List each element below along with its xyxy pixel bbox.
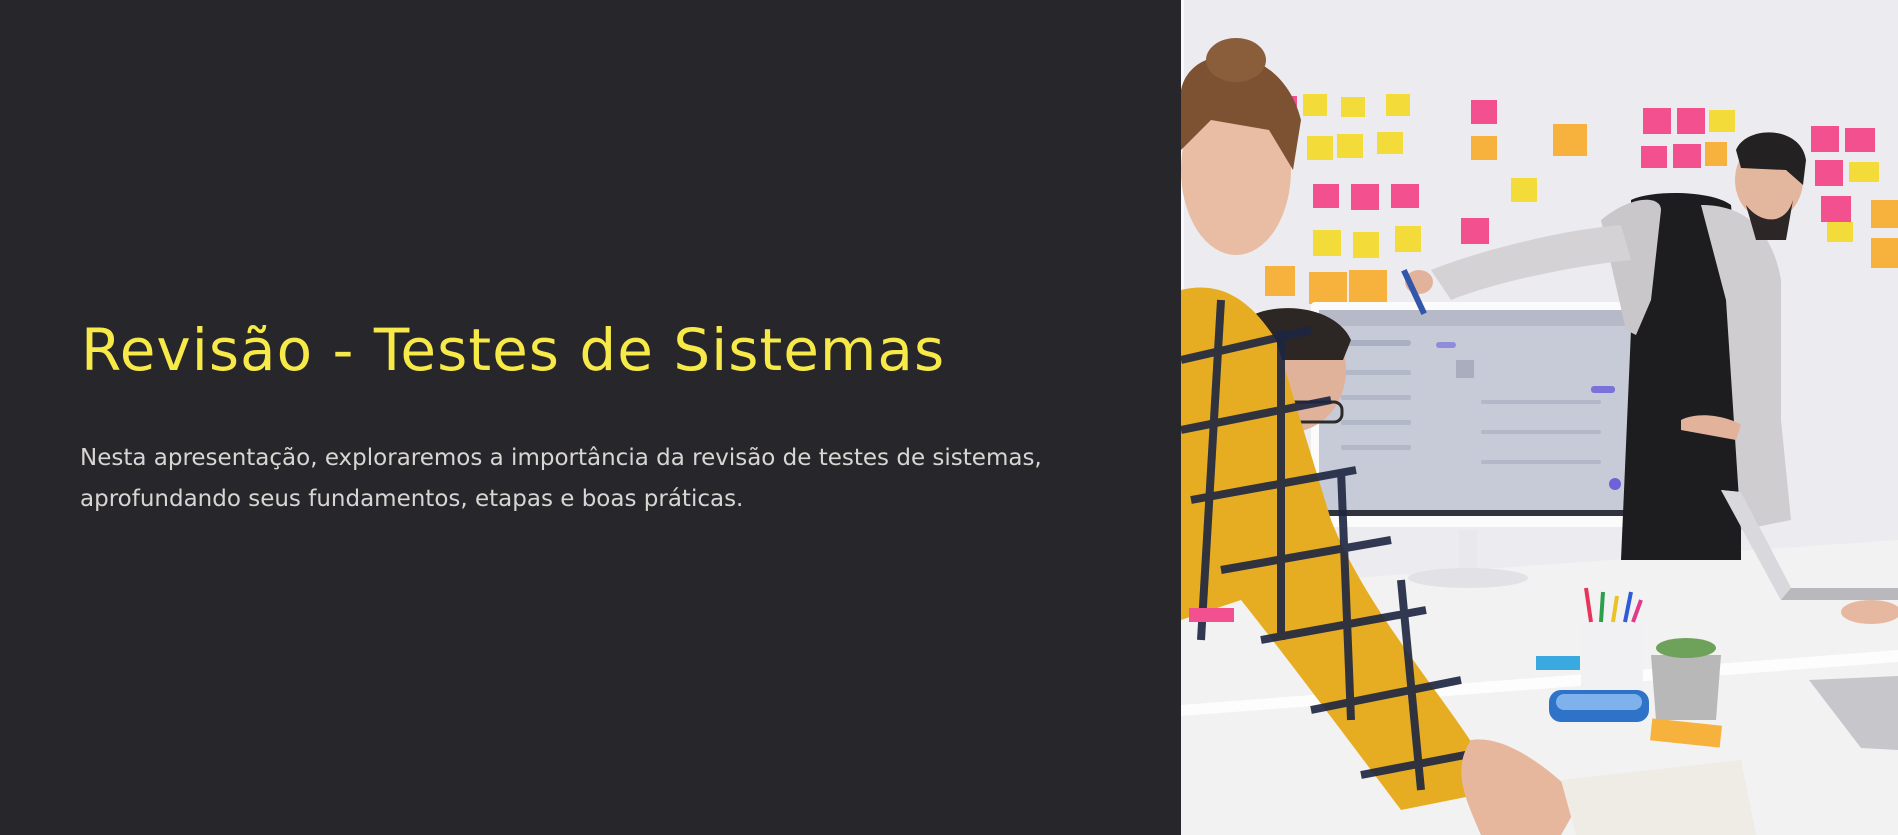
- monitor: [1311, 302, 1651, 527]
- photo-illustration: [1181, 0, 1898, 835]
- slide-title: Revisão - Testes de Sistemas: [81, 316, 946, 384]
- text-panel: Revisão - Testes de Sistemas Nesta apres…: [0, 0, 1181, 835]
- team-meeting-photo: [1181, 0, 1898, 835]
- slide-description: Nesta apresentação, exploraremos a impor…: [80, 445, 1042, 512]
- slide: Revisão - Testes de Sistemas Nesta apres…: [0, 0, 1898, 835]
